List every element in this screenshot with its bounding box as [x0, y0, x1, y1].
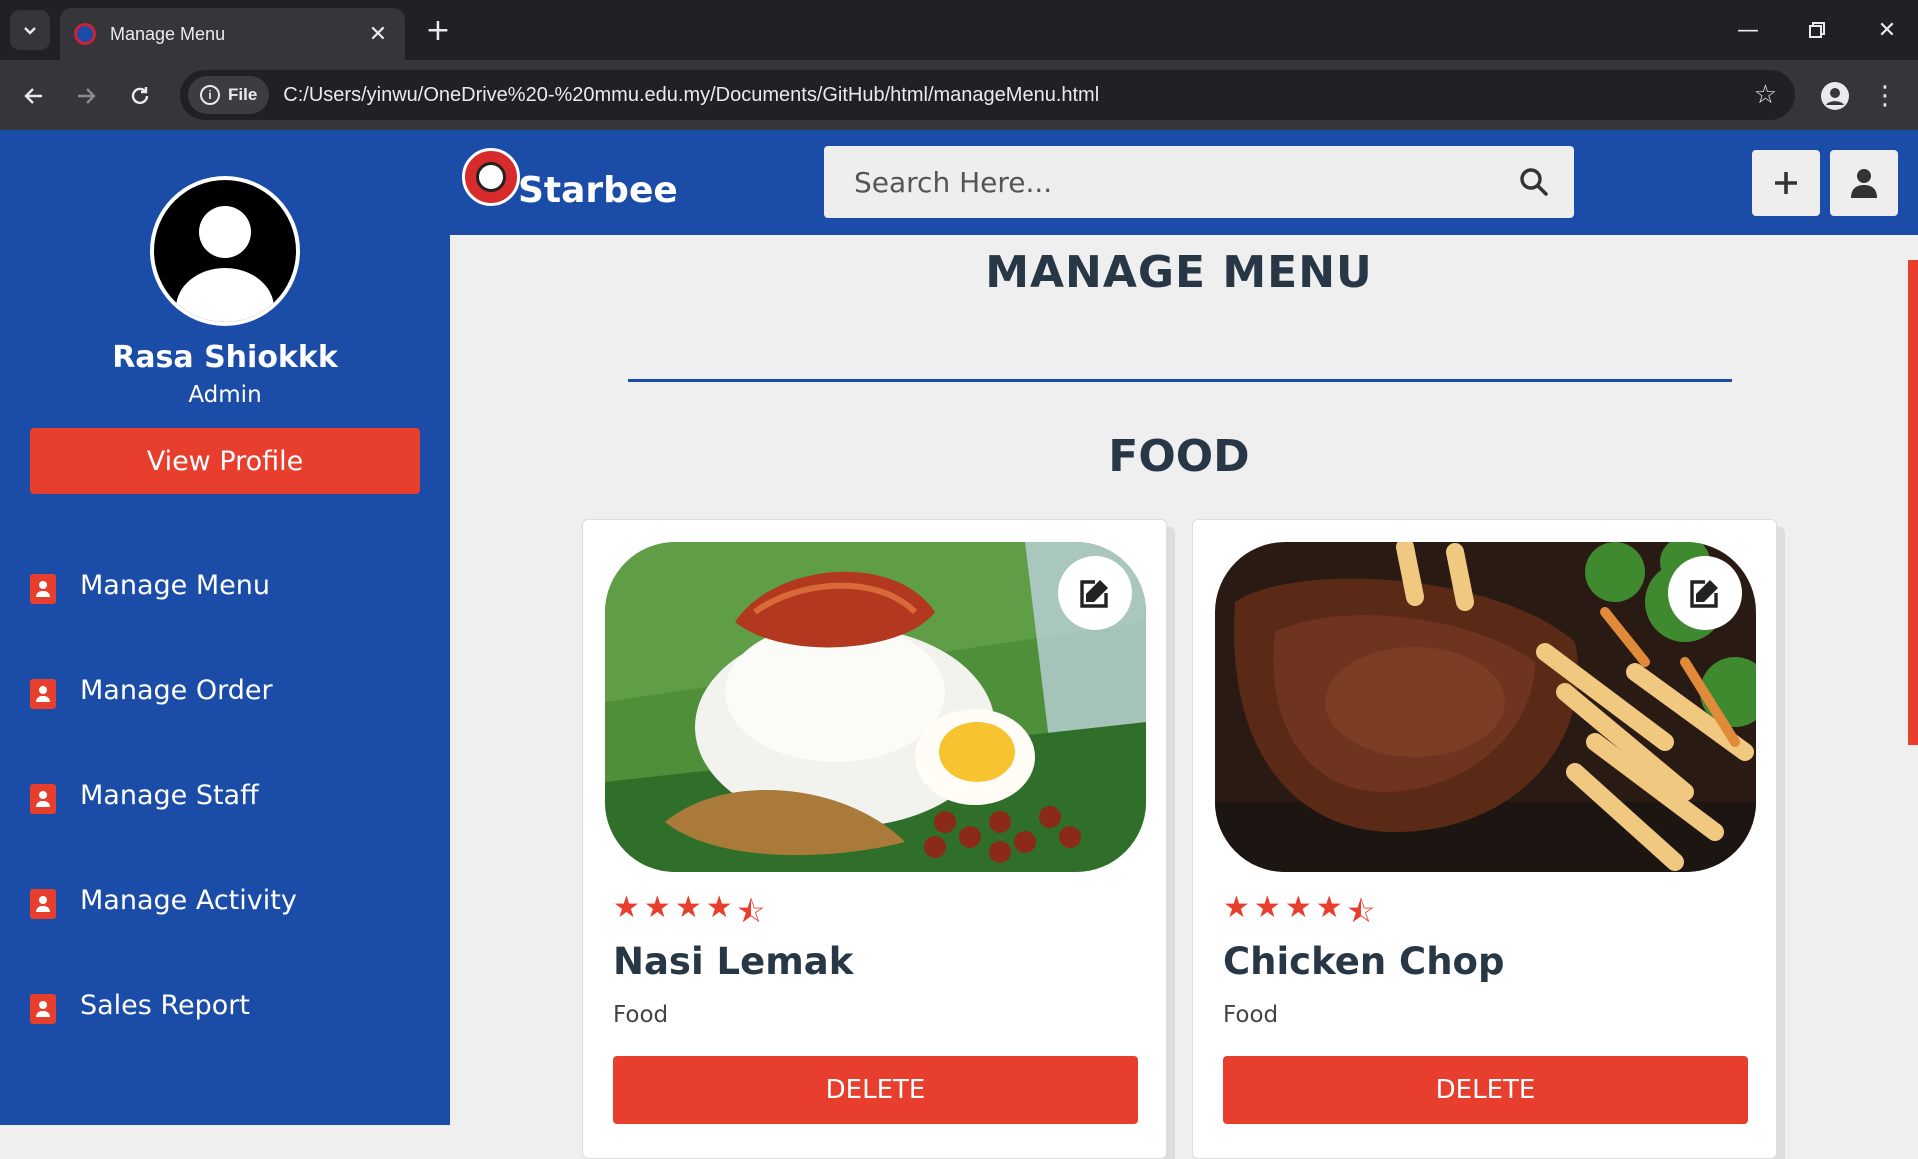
section-title: FOOD: [1108, 431, 1250, 482]
address-bar[interactable]: i File C:/Users/yinwu/OneDrive%20-%20mmu…: [180, 70, 1795, 120]
divider: [628, 379, 1732, 382]
star-icon: ★: [643, 890, 671, 925]
info-icon: i: [200, 85, 220, 105]
arrow-left-icon: [24, 88, 42, 104]
sidebar-nav: Manage Menu Manage Order Manage Staff Ma…: [0, 570, 450, 1095]
rating-stars: ★ ★ ★ ★ ⯪: [1223, 890, 1375, 941]
page: Rasa Shiokkk Admin View Profile Manage M…: [0, 130, 1918, 1159]
contact-book-icon: [30, 994, 56, 1024]
starbee-logo[interactable]: [462, 148, 520, 206]
edit-icon: [1080, 580, 1108, 608]
edit-item-button[interactable]: [1668, 556, 1742, 630]
brand-name[interactable]: Starbee: [518, 170, 678, 211]
reload-icon: [131, 87, 149, 105]
restore-icon: [1809, 22, 1825, 38]
new-tab-button[interactable]: +: [420, 12, 456, 48]
sidebar: Rasa Shiokkk Admin View Profile Manage M…: [0, 130, 450, 1125]
star-icon: ★: [1223, 890, 1250, 925]
avatar: [150, 176, 300, 326]
scrollbar[interactable]: [1908, 260, 1918, 745]
account-icon: [1821, 82, 1849, 110]
top-bar: Starbee: [450, 130, 1918, 235]
restore-window-button[interactable]: [1792, 8, 1842, 52]
favicon-icon: [74, 23, 96, 45]
food-image-nasi-lemak: [605, 542, 1146, 872]
chevron-down-icon: [24, 27, 36, 35]
bookmark-star-icon[interactable]: ☆: [1754, 80, 1777, 110]
sidebar-item-label: Sales Report: [80, 990, 250, 1021]
delete-button[interactable]: DELETE: [613, 1056, 1138, 1124]
sidebar-item-manage-order[interactable]: Manage Order: [0, 675, 450, 780]
star-icon: ★: [1253, 890, 1281, 925]
contact-book-icon: [30, 889, 56, 919]
browser-menu-button[interactable]: ⋮: [1870, 76, 1900, 116]
item-category: Food: [613, 1002, 669, 1028]
reload-button[interactable]: [120, 76, 160, 116]
tab-search-button[interactable]: [10, 10, 50, 50]
search-input[interactable]: [854, 165, 1504, 199]
edit-item-button[interactable]: [1058, 556, 1132, 630]
contact-book-icon: [30, 784, 56, 814]
star-half-icon: ⯪: [1346, 895, 1376, 930]
star-half-icon: ⯪: [736, 895, 766, 930]
close-window-button[interactable]: ✕: [1862, 8, 1912, 52]
item-name: Nasi Lemak: [613, 940, 854, 983]
sidebar-item-manage-menu[interactable]: Manage Menu: [0, 570, 450, 675]
user-icon: [154, 180, 296, 322]
page-title: MANAGE MENU: [985, 247, 1373, 298]
sidebar-item-sales-report[interactable]: Sales Report: [0, 990, 450, 1095]
star-icon: ★: [613, 890, 640, 925]
tab-title: Manage Menu: [110, 23, 226, 44]
add-item-button[interactable]: [1752, 150, 1820, 216]
star-icon: ★: [1315, 890, 1343, 925]
sidebar-item-manage-activity[interactable]: Manage Activity: [0, 885, 450, 990]
item-name: Chicken Chop: [1223, 940, 1505, 983]
user-name: Rasa Shiokkk: [112, 340, 338, 375]
contact-book-icon: [30, 679, 56, 709]
star-icon: ★: [674, 890, 702, 925]
menu-card: ★ ★ ★ ★ ⯪ Nasi Lemak Food DELETE: [582, 519, 1167, 1159]
contact-book-icon: [30, 574, 56, 604]
search-icon[interactable]: [1504, 152, 1564, 212]
browser-profile-button[interactable]: [1815, 76, 1855, 116]
url-text[interactable]: C:/Users/yinwu/OneDrive%20-%20mmu.edu.my…: [283, 84, 1753, 107]
search-bar: [824, 146, 1574, 218]
file-chip-label: File: [228, 85, 258, 104]
site-info-chip[interactable]: i File: [188, 76, 270, 114]
browser-toolbar: i File C:/Users/yinwu/OneDrive%20-%20mmu…: [0, 60, 1918, 130]
minimize-window-button[interactable]: —: [1723, 8, 1773, 52]
view-profile-button[interactable]: View Profile: [30, 428, 420, 494]
sidebar-item-label: Manage Menu: [80, 570, 270, 601]
forward-button[interactable]: [66, 76, 106, 116]
user-role: Admin: [188, 382, 262, 408]
rating-stars: ★ ★ ★ ★ ⯪: [613, 890, 765, 941]
star-icon: ★: [705, 890, 733, 925]
edit-icon: [1690, 580, 1718, 608]
food-image-chicken-chop: [1215, 542, 1756, 872]
main-content: MANAGE MENU FOOD ★ ★ ★ ★ ⯪ Nasi Lemak Fo…: [450, 235, 1908, 1159]
account-button[interactable]: [1830, 150, 1898, 216]
star-icon: ★: [1284, 890, 1312, 925]
back-button[interactable]: [14, 76, 54, 116]
sidebar-item-label: Manage Staff: [80, 780, 259, 811]
user-icon: [1851, 169, 1877, 198]
browser-tab-bar: Manage Menu ✕ + — ✕: [0, 0, 1918, 60]
browser-tab[interactable]: Manage Menu ✕: [60, 8, 405, 60]
item-category: Food: [1223, 1002, 1279, 1028]
arrow-right-icon: [78, 88, 96, 104]
sidebar-item-label: Manage Order: [80, 675, 273, 706]
delete-button[interactable]: DELETE: [1223, 1056, 1748, 1124]
sidebar-item-manage-staff[interactable]: Manage Staff: [0, 780, 450, 885]
close-tab-icon[interactable]: ✕: [365, 22, 391, 47]
menu-card: ★ ★ ★ ★ ⯪ Chicken Chop Food DELETE: [1192, 519, 1777, 1159]
plus-icon: [1775, 172, 1797, 194]
sidebar-item-label: Manage Activity: [80, 885, 297, 916]
